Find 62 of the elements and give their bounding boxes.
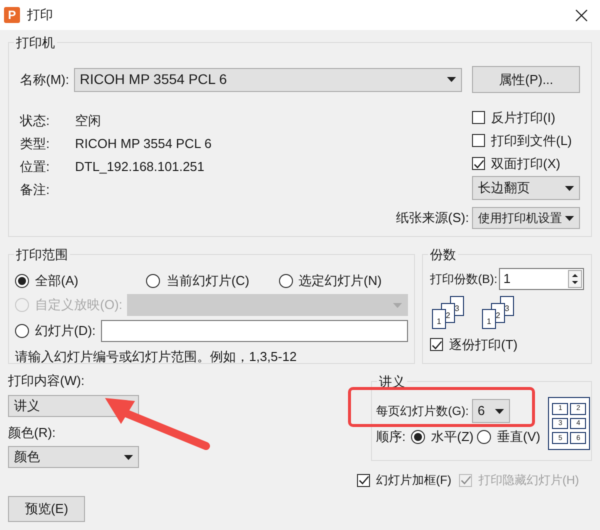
- radio-label: 全部(A): [35, 272, 78, 290]
- field-value: DTL_192.168.101.251: [75, 158, 204, 176]
- checkbox[interactable]: [472, 134, 485, 147]
- hint-text: 请输入幻灯片编号或幻灯片范围。例如，1,3,5-12: [15, 348, 298, 366]
- field-label: 顺序:: [376, 428, 407, 446]
- checkbox-label: 幻灯片加框(F): [376, 472, 452, 489]
- field-label: 打印内容(W):: [8, 372, 86, 390]
- spinner-icon: [568, 270, 582, 288]
- input-field[interactable]: [101, 320, 408, 342]
- check-icon: [460, 475, 472, 485]
- checkbox[interactable]: [472, 157, 485, 170]
- checkbox-label: 打印隐藏幻灯片(H): [478, 472, 579, 489]
- number-field[interactable]: 1: [499, 268, 584, 290]
- check-icon: [358, 475, 369, 485]
- caret-icon: [393, 302, 402, 308]
- properties-button[interactable]: 属性(P)...: [472, 66, 580, 93]
- radio-label: 当前幻灯片(C): [166, 272, 250, 290]
- checkbox-label: 打印到文件(L): [491, 132, 572, 150]
- checkbox-label: 逐份打印(T): [449, 336, 518, 354]
- check-icon: [431, 340, 442, 350]
- dropdown[interactable]: RICOH MP 3554 PCL 6: [74, 68, 462, 92]
- field-label: 颜色(R):: [8, 424, 57, 442]
- radio-button[interactable]: [411, 430, 425, 444]
- dropdown[interactable]: 使用打印机设置: [472, 207, 580, 229]
- preview-button[interactable]: 预览(E): [8, 496, 85, 522]
- checkbox[interactable]: [472, 111, 485, 124]
- radio-label: 自定义放映(O):: [35, 296, 122, 314]
- radio-label: 垂直(V): [497, 428, 540, 446]
- field-value: 空闲: [75, 112, 101, 130]
- app-icon: P: [4, 7, 20, 23]
- radio-button[interactable]: [15, 274, 29, 288]
- check-icon: [473, 158, 484, 168]
- field-label: 打印份数(B):: [430, 271, 498, 288]
- dropdown[interactable]: 6: [472, 399, 510, 423]
- caret-icon: [565, 216, 574, 220]
- radio-button[interactable]: [15, 324, 29, 338]
- radio-button[interactable]: [278, 274, 293, 288]
- field-label: 每页幻灯片数(G):: [376, 403, 469, 420]
- field-value: RICOH MP 3554 PCL 6: [75, 134, 212, 153]
- caret-icon: [447, 77, 456, 82]
- caret-icon: [124, 454, 133, 460]
- window-title: 打印: [27, 6, 53, 24]
- field-label: 位置:: [20, 158, 51, 176]
- caret-icon: [494, 408, 504, 414]
- radio-button[interactable]: [146, 274, 160, 288]
- field-label: 备注:: [20, 180, 51, 199]
- field-label: 名称(M):: [20, 70, 70, 89]
- field-label: 状态:: [20, 112, 51, 130]
- field-label: 纸张来源(S):: [396, 209, 469, 228]
- dropdown[interactable]: 颜色: [8, 446, 139, 468]
- checkbox-label: 双面打印(X): [491, 154, 560, 173]
- radio-label: 幻灯片(D):: [35, 322, 96, 340]
- radio-label: 水平(Z): [431, 428, 474, 446]
- radio-button[interactable]: [477, 430, 491, 444]
- dropdown[interactable]: 长边翻页: [472, 176, 580, 200]
- checkbox-label: 反片打印(I): [491, 108, 556, 127]
- checkbox[interactable]: [357, 474, 370, 486]
- close-icon: [574, 8, 588, 22]
- checkbox[interactable]: [430, 338, 443, 352]
- caret-icon: [565, 186, 574, 190]
- radio-label: 选定幻灯片(N): [298, 272, 382, 290]
- field-label: 类型:: [20, 134, 51, 153]
